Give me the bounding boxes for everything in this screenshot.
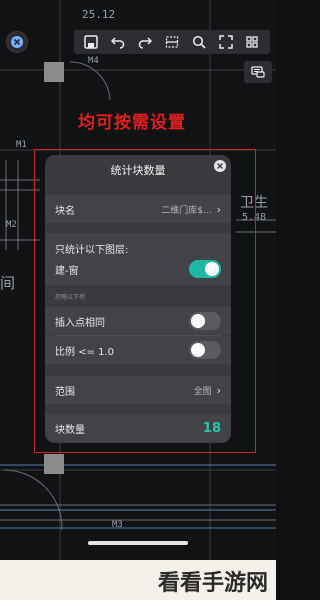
dialog-title: 统计块数量 — [110, 164, 166, 177]
chevron-right-icon: › — [216, 202, 221, 216]
close-icon — [11, 36, 23, 48]
chevron-right-icon: › — [216, 383, 221, 397]
save-icon — [84, 35, 99, 49]
dialog-close-button[interactable] — [214, 160, 226, 172]
undo-icon — [111, 37, 125, 49]
layer-row: 建-窗 — [55, 257, 221, 281]
comment-button[interactable] — [244, 61, 272, 83]
grip-handle[interactable] — [44, 454, 64, 474]
block-name-label: 块名 — [55, 205, 75, 217]
range-value: 全图 — [193, 386, 212, 397]
undo-button[interactable] — [107, 32, 129, 52]
redo-button[interactable] — [134, 32, 156, 52]
fullscreen-button[interactable] — [215, 32, 237, 52]
block-name-value: 二维门库$... — [161, 205, 212, 216]
top-toolbar — [74, 30, 270, 54]
range-label: 范围 — [55, 386, 75, 398]
insert-point-row: 插入点相同 — [45, 307, 231, 335]
door-label: M3 — [112, 520, 123, 530]
door-label: M4 — [88, 56, 99, 66]
door-label: M2 — [6, 220, 17, 230]
comment-icon — [251, 66, 265, 78]
close-icon — [217, 163, 223, 169]
dimension-text: 25.12 — [82, 8, 116, 21]
layer-toggle[interactable] — [189, 260, 221, 278]
scale-row: 比例 <= 1.0 — [45, 336, 231, 364]
zoom-icon — [192, 35, 206, 49]
watermark-text: 看看手游网 — [157, 571, 268, 596]
zoom-button[interactable] — [188, 32, 210, 52]
ignore-section-label: 忽略以下项 — [45, 285, 231, 307]
select-button[interactable] — [161, 32, 183, 52]
close-drawing-button[interactable] — [6, 31, 28, 53]
layer-name: 建-窗 — [55, 265, 79, 277]
insert-point-toggle[interactable] — [189, 312, 221, 330]
insert-point-label: 插入点相同 — [55, 317, 105, 329]
count-row: 块数量 18 — [45, 414, 231, 442]
range-row[interactable]: 范围 全图 › — [45, 376, 231, 404]
count-label: 块数量 — [55, 424, 85, 436]
save-button[interactable] — [80, 32, 102, 52]
count-value: 18 — [202, 420, 221, 436]
more-icon — [246, 36, 259, 48]
block-name-row[interactable]: 块名 二维门库$... › — [45, 195, 231, 223]
room-label: 间 — [0, 274, 16, 292]
annotation-text: 均可按需设置 — [78, 113, 186, 133]
scale-toggle[interactable] — [189, 341, 221, 359]
grip-handle[interactable] — [44, 62, 64, 82]
more-button[interactable] — [241, 32, 263, 52]
layer-only-label: 只统计以下图层: — [55, 244, 129, 256]
redo-icon — [138, 37, 153, 49]
layer-filter-group: 只统计以下图层: 建-窗 — [45, 233, 231, 285]
door-label: M1 — [16, 140, 27, 150]
dialog-header: 统计块数量 — [45, 155, 231, 185]
select-icon — [165, 36, 179, 48]
fullscreen-icon — [218, 35, 233, 49]
scale-label: 比例 <= 1.0 — [55, 346, 115, 358]
home-indicator — [88, 541, 188, 545]
block-count-dialog: 统计块数量 块名 二维门库$... › 只统计以下图层: 建-窗 忽略以下项 插… — [45, 155, 231, 443]
